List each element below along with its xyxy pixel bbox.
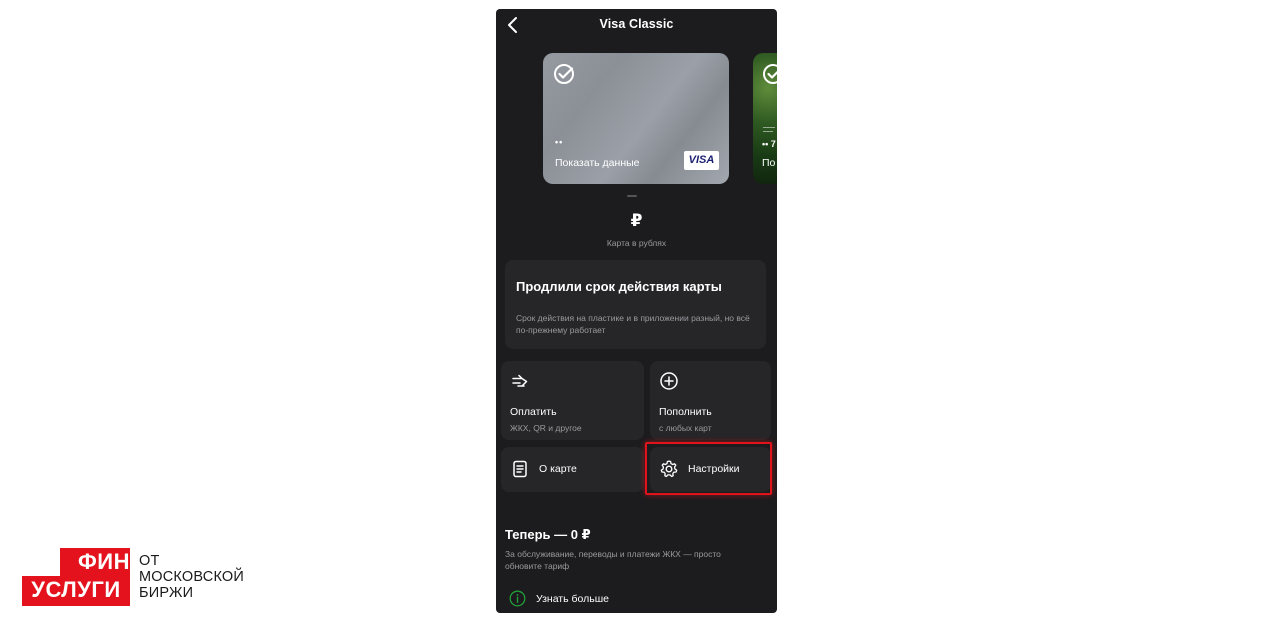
info-icon (509, 590, 526, 607)
tariff-title: Теперь — 0 ₽ (505, 527, 591, 542)
phone-screen: Visa Classic •• Показать данные VISA •• … (496, 9, 777, 613)
card-print-line (763, 131, 773, 132)
learn-more-label: Узнать больше (536, 593, 609, 605)
pay-arrow-icon (512, 374, 528, 387)
topup-label: Пополнить (659, 406, 712, 418)
visa-logo: VISA (684, 151, 719, 170)
card-label: По (762, 157, 776, 169)
card-number-mask: •• (555, 137, 564, 147)
topup-sublabel: с любых карт (659, 423, 712, 433)
sber-check-icon (554, 64, 574, 84)
logo-line1: ФИН (60, 548, 130, 578)
logo-caption-line2: МОСКОВСКОЙ (139, 569, 245, 585)
finuslugi-logo: ФИН УСЛУГИ ОТ МОСКОВСКОЙ БИРЖИ (22, 548, 262, 606)
logo-caption-line3: БИРЖИ (139, 585, 194, 601)
promo-banner[interactable]: Продлили срок действия карты Срок действ… (505, 260, 766, 349)
document-icon (513, 460, 527, 478)
pay-sublabel: ЖКХ, QR и другое (510, 423, 582, 433)
tariff-text: За обслуживание, переводы и платежи ЖКХ … (505, 549, 721, 571)
pay-button[interactable]: Оплатить ЖКХ, QR и другое (501, 361, 644, 440)
about-card-button[interactable]: О карте (501, 447, 644, 492)
top-bar: Visa Classic (496, 9, 777, 39)
card-next-preview[interactable]: •• 7 По (753, 53, 777, 184)
logo-caption: ОТ МОСКОВСКОЙ БИРЖИ (139, 553, 244, 601)
card-print-line (763, 127, 775, 128)
logo-line2: УСЛУГИ (22, 576, 130, 606)
plus-circle-icon (660, 372, 678, 390)
promo-title: Продлили срок действия карты (516, 279, 722, 294)
card-visa-classic[interactable]: •• Показать данные VISA (543, 53, 729, 184)
settings-highlight-frame (645, 442, 772, 495)
carousel-indicator (627, 195, 637, 197)
card-number-mask: •• 7 (762, 139, 776, 149)
currency-label: Карта в рублях (606, 238, 667, 248)
logo-caption-line1: ОТ (139, 553, 160, 569)
about-card-label: О карте (539, 463, 577, 475)
sber-check-icon (763, 64, 777, 84)
page-title: Visa Classic (599, 17, 674, 31)
topup-button[interactable]: Пополнить с любых карт (650, 361, 771, 440)
show-card-data-link[interactable]: Показать данные (555, 157, 640, 169)
currency-sign: ₽ (630, 211, 643, 230)
promo-text: Срок действия на пластике и в приложении… (516, 313, 750, 335)
pay-label: Оплатить (510, 406, 557, 418)
